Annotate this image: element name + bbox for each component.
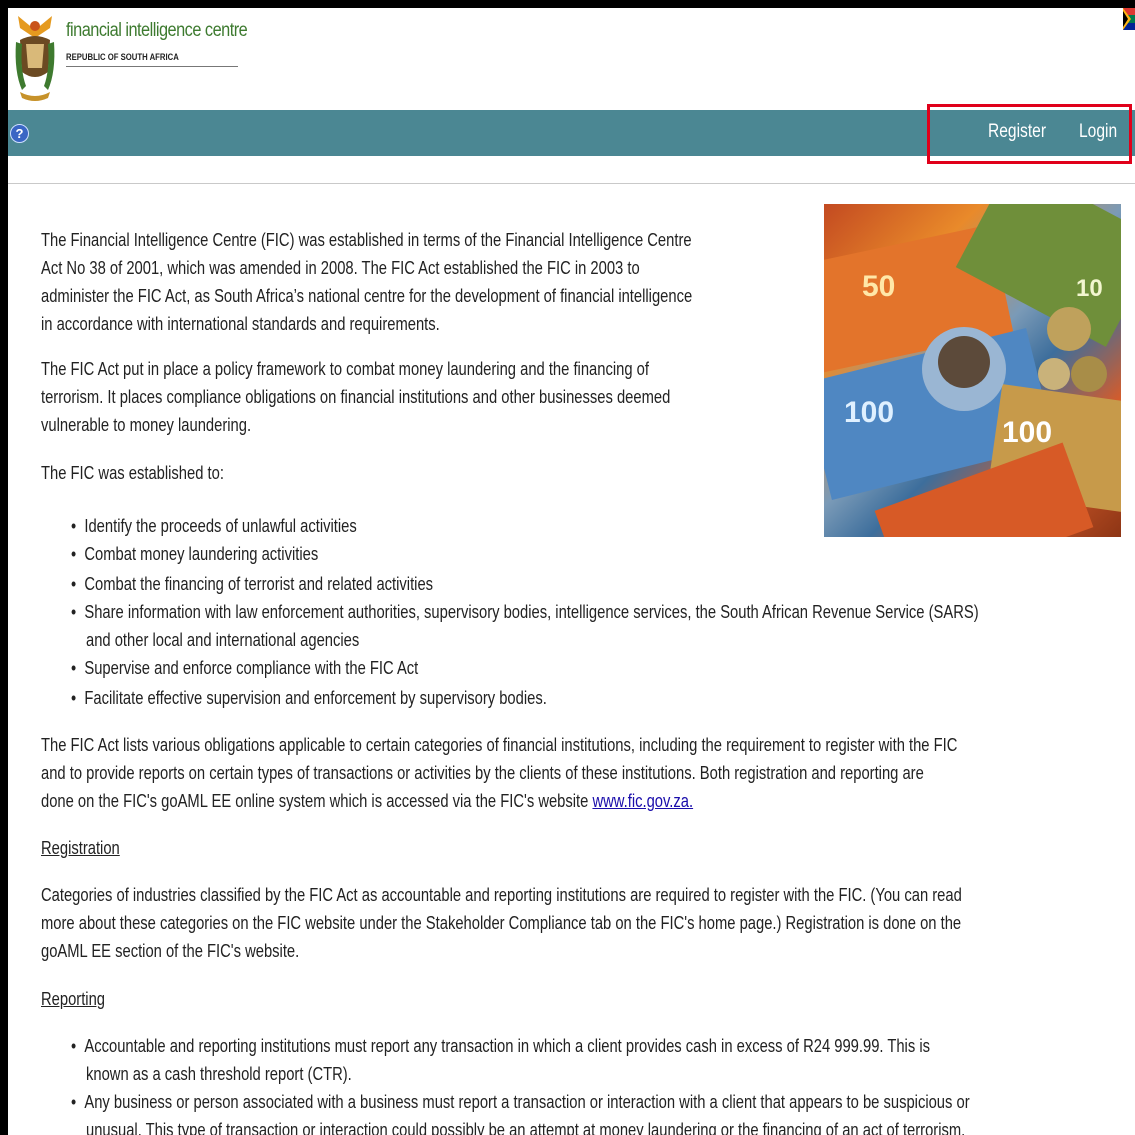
help-icon[interactable]: ? — [10, 124, 29, 143]
list-item-continued: and other local and international agenci… — [86, 630, 360, 650]
established-intro: The FIC was established to: — [41, 463, 224, 483]
list-item: • Any business or person associated with… — [71, 1092, 970, 1112]
coat-of-arms-logo — [15, 16, 55, 101]
intro-line: The Financial Intelligence Centre (FIC) … — [41, 230, 692, 250]
list-item-continued: known as a cash threshold report (CTR). — [86, 1064, 352, 1084]
org-name: financial intelligence centre — [66, 20, 248, 41]
banknotes-illustration: 50 100 100 10 — [824, 204, 1121, 537]
registration-heading: Registration — [41, 838, 120, 858]
policy-line: The FIC Act put in place a policy framew… — [41, 359, 649, 379]
intro-line: in accordance with international standar… — [41, 314, 440, 334]
list-item: • Identify the proceeds of unlawful acti… — [71, 516, 357, 536]
policy-line: vulnerable to money laundering. — [41, 415, 252, 435]
obligations-line: done on the FIC's goAML EE online system… — [41, 791, 694, 811]
note-value: 10 — [1076, 275, 1103, 302]
obligations-line: and to provide reports on certain types … — [41, 763, 924, 783]
list-item: • Share information with law enforcement… — [71, 602, 979, 622]
reporting-heading: Reporting — [41, 989, 105, 1009]
registration-line: Categories of industries classified by t… — [41, 885, 962, 905]
registration-line: more about these categories on the FIC w… — [41, 913, 962, 933]
header-divider — [66, 66, 238, 67]
register-login-highlight — [927, 104, 1132, 164]
list-item: • Supervise and enforce compliance with … — [71, 658, 419, 678]
note-value: 100 — [1002, 416, 1052, 449]
page-frame: financial intelligence centre REPUBLIC O… — [8, 8, 1135, 1135]
list-item: • Combat money laundering activities — [71, 544, 319, 564]
registration-line: goAML EE section of the FIC's website. — [41, 941, 300, 961]
list-item: • Accountable and reporting institutions… — [71, 1036, 930, 1056]
policy-line: terrorism. It places compliance obligati… — [41, 387, 671, 407]
org-subtitle: REPUBLIC OF SOUTH AFRICA — [66, 52, 179, 62]
note-value: 50 — [862, 270, 895, 303]
site-header: financial intelligence centre REPUBLIC O… — [8, 8, 1135, 110]
list-item-continued: unusual. This type of transaction or int… — [86, 1120, 966, 1135]
fic-website-link[interactable]: www.fic.gov.za. — [592, 791, 693, 811]
intro-line: Act No 38 of 2001, which was amended in … — [41, 258, 640, 278]
intro-line: administer the FIC Act, as South Africa’… — [41, 286, 693, 306]
main-content: The Financial Intelligence Centre (FIC) … — [8, 184, 1135, 1135]
note-value: 100 — [844, 396, 894, 429]
south-africa-flag-icon[interactable] — [1123, 8, 1135, 30]
list-item: • Combat the financing of terrorist and … — [71, 574, 434, 594]
obligations-line: The FIC Act lists various obligations ap… — [41, 735, 958, 755]
banknotes-image: 50 100 100 10 — [824, 204, 1121, 537]
list-item: • Facilitate effective supervision and e… — [71, 688, 547, 708]
